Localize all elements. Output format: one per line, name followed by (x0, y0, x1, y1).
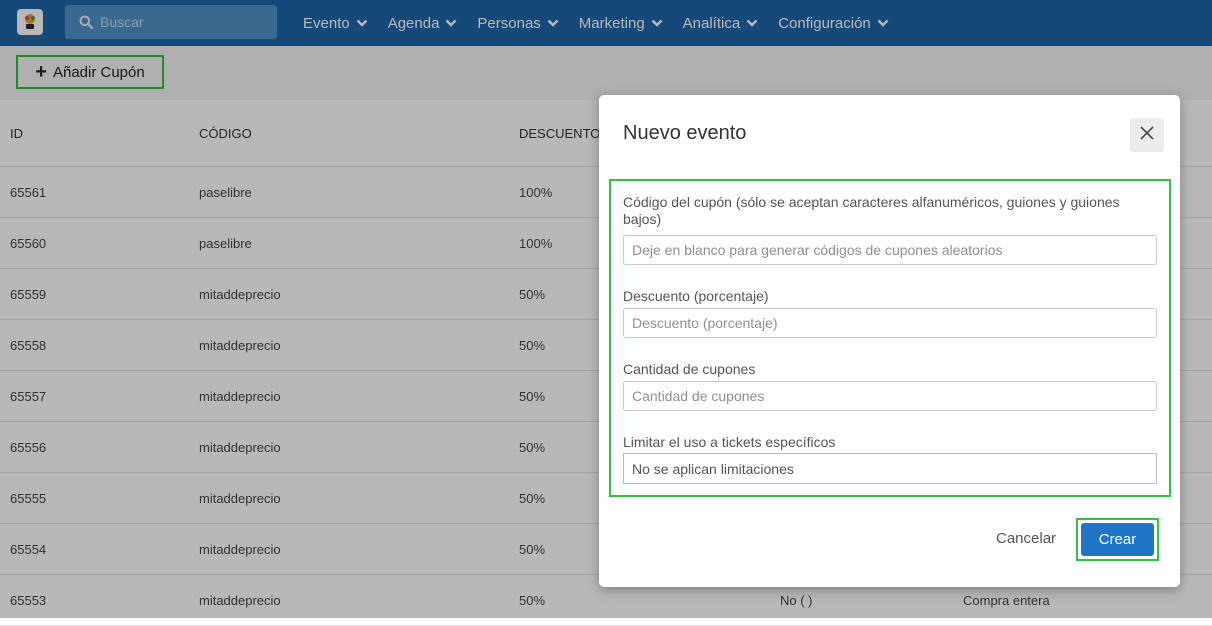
discount-label: Descuento (porcentaje) (623, 288, 769, 304)
new-coupon-dialog: Nuevo evento Código del cupón (sólo se a… (599, 95, 1180, 587)
close-icon (1139, 125, 1155, 146)
create-button-highlight: Crear (1076, 518, 1159, 561)
discount-input[interactable] (623, 308, 1157, 338)
cancel-button[interactable]: Cancelar (996, 530, 1056, 547)
code-label: Código del cupón (sólo se aceptan caract… (623, 194, 1120, 227)
close-button[interactable] (1130, 118, 1164, 152)
create-button[interactable]: Crear (1081, 523, 1154, 556)
limit-label: Limitar el uso a tickets específicos (623, 434, 836, 450)
coupon-form: Código del cupón (sólo se aceptan caract… (609, 179, 1171, 497)
ticket-limit-select[interactable]: No se aplican limitaciones (623, 453, 1157, 484)
quantity-input[interactable] (623, 381, 1157, 411)
dialog-title: Nuevo evento (623, 122, 747, 144)
quantity-label: Cantidad de cupones (623, 361, 756, 377)
code-input[interactable] (623, 235, 1157, 265)
ticket-limit-value: No se aplican limitaciones (632, 460, 794, 477)
